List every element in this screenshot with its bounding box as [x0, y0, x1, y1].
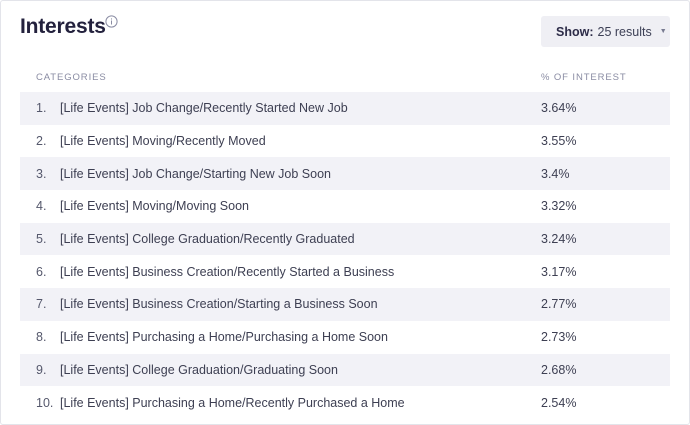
row-category: [Life Events] Purchasing a Home/Purchasi…: [60, 330, 388, 345]
table-row: 7. [Life Events] Business Creation/Start…: [20, 288, 670, 321]
table-row: 2. [Life Events] Moving/Recently Moved 3…: [20, 125, 670, 158]
row-percent: 2.68%: [541, 362, 577, 377]
row-percent: 3.32%: [541, 199, 577, 214]
table-row: 10. [Life Events] Purchasing a Home/Rece…: [20, 386, 670, 419]
row-percent: 3.64%: [541, 101, 577, 116]
column-header-percent: % OF INTEREST: [541, 72, 627, 83]
table-row: 4. [Life Events] Moving/Moving Soon 3.32…: [20, 190, 670, 223]
row-number: 1.: [36, 101, 47, 116]
show-value: 25 results: [597, 24, 652, 39]
row-number: 8.: [36, 330, 47, 345]
row-number: 7.: [36, 297, 47, 312]
row-number: 3.: [36, 166, 47, 181]
row-number: 2.: [36, 134, 47, 149]
row-category: [Life Events] College Graduation/Recentl…: [60, 232, 355, 247]
row-number: 6.: [36, 264, 47, 279]
show-results-dropdown[interactable]: Show: 25 results ▼: [541, 16, 670, 47]
row-percent: 3.4%: [541, 166, 570, 181]
row-category: [Life Events] Moving/Moving Soon: [60, 199, 249, 214]
row-number: 4.: [36, 199, 47, 214]
show-label: Show:: [556, 24, 594, 39]
row-category: [Life Events] Job Change/Starting New Jo…: [60, 166, 331, 181]
row-percent: 2.73%: [541, 330, 577, 345]
row-category: [Life Events] Moving/Recently Moved: [60, 134, 266, 149]
caret-down-icon: ▼: [659, 28, 667, 35]
table-row: 1. [Life Events] Job Change/Recently Sta…: [20, 92, 670, 125]
page-title: Interests: [20, 15, 106, 38]
table-row: 8. [Life Events] Purchasing a Home/Purch…: [20, 321, 670, 354]
row-percent: 2.54%: [541, 395, 577, 410]
row-percent: 3.17%: [541, 264, 577, 279]
table-row: 6. [Life Events] Business Creation/Recen…: [20, 255, 670, 288]
column-header-categories: CATEGORIES: [36, 72, 107, 83]
row-number: 9.: [36, 362, 47, 377]
row-percent: 2.77%: [541, 297, 577, 312]
row-category: [Life Events] Business Creation/Starting…: [60, 297, 378, 312]
interests-table: 1. [Life Events] Job Change/Recently Sta…: [20, 92, 670, 419]
row-category: [Life Events] College Graduation/Graduat…: [60, 362, 338, 377]
row-percent: 3.24%: [541, 232, 577, 247]
interests-card: Interests Show: 25 results ▼ CATEGORIES …: [0, 0, 690, 425]
table-row: 3. [Life Events] Job Change/Starting New…: [20, 157, 670, 191]
row-number: 10.: [36, 395, 54, 410]
info-icon[interactable]: [105, 15, 118, 28]
table-row: 9. [Life Events] College Graduation/Grad…: [20, 353, 670, 387]
table-row: 5. [Life Events] College Graduation/Rece…: [20, 222, 670, 256]
row-percent: 3.55%: [541, 134, 577, 149]
row-category: [Life Events] Business Creation/Recently…: [60, 264, 395, 279]
row-number: 5.: [36, 232, 47, 247]
row-category: [Life Events] Purchasing a Home/Recently…: [60, 395, 405, 410]
row-category: [Life Events] Job Change/Recently Starte…: [60, 101, 348, 116]
